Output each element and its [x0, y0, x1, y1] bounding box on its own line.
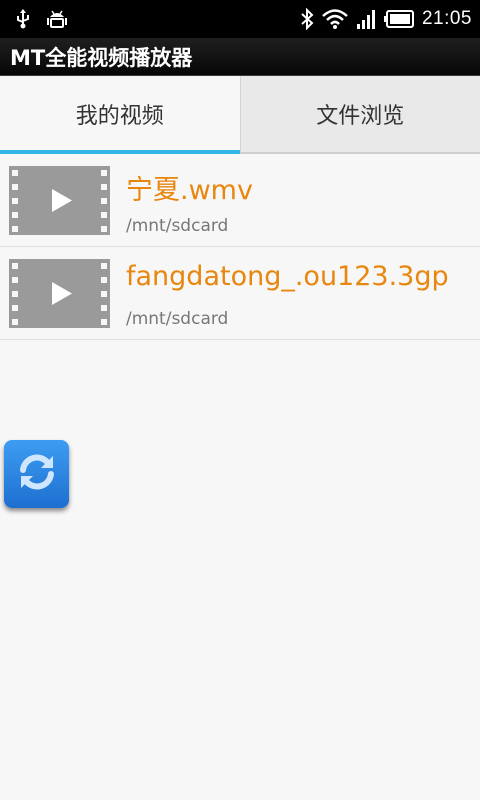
list-item[interactable]: fangdatong_.ou123.3gp /mnt/sdcard: [0, 247, 480, 340]
tab-label: 文件浏览: [316, 104, 405, 129]
clock: 21:05: [421, 8, 472, 29]
video-title: fangdatong_.ou123.3gp: [126, 261, 449, 292]
usb-icon: [16, 9, 30, 29]
signal-icon: [356, 9, 376, 29]
list-item[interactable]: 宁夏.wmv /mnt/sdcard: [0, 154, 480, 247]
item-text: fangdatong_.ou123.3gp /mnt/sdcard: [126, 247, 470, 340]
tab-my-videos[interactable]: 我的视频: [0, 76, 240, 154]
tab-label: 我的视频: [75, 104, 164, 129]
video-thumbnail-icon: [9, 166, 110, 235]
tab-bar: 我的视频 文件浏览: [0, 76, 480, 154]
refresh-button[interactable]: [4, 440, 69, 508]
item-text: 宁夏.wmv /mnt/sdcard: [126, 154, 470, 247]
app-title-bar: MT全能视频播放器: [0, 38, 480, 76]
status-bar: 21:05: [0, 0, 480, 38]
bluetooth-icon: [300, 8, 314, 30]
video-list: 宁夏.wmv /mnt/sdcard fangdatong_.ou123.3gp…: [0, 154, 480, 340]
video-thumbnail-icon: [9, 259, 110, 328]
tab-file-browser[interactable]: 文件浏览: [239, 76, 480, 152]
android-debug-icon: [46, 7, 68, 31]
app-title: MT全能视频播放器: [10, 45, 193, 70]
video-path: /mnt/sdcard: [126, 216, 229, 236]
refresh-icon: [15, 450, 59, 498]
wifi-icon: [322, 9, 348, 29]
video-title: 宁夏.wmv: [126, 175, 253, 206]
video-path: /mnt/sdcard: [126, 309, 229, 329]
battery-icon: [383, 10, 414, 28]
